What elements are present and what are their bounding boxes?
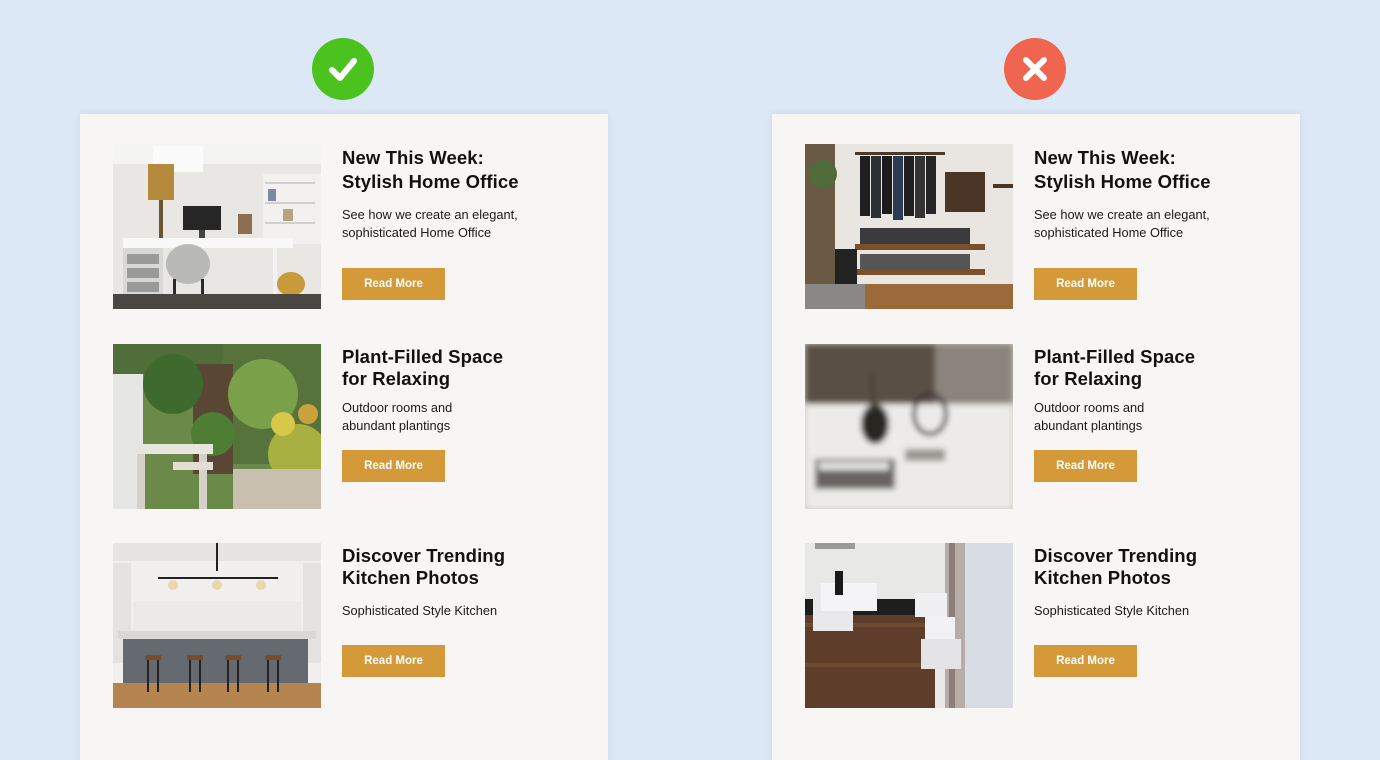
article-description: Sophisticated Style Kitchen (342, 603, 498, 618)
checkmark-icon (312, 38, 374, 100)
article-text: New This Week: Stylish Home Office See h… (1034, 144, 1274, 242)
pixelated-bathroom-photo[interactable] (805, 543, 1013, 708)
article-row: Plant-Filled Space for Relaxing Outdoor … (113, 344, 583, 509)
good-example-email: New This Week: Stylish Home Office See h… (80, 114, 608, 760)
garden-patio-photo[interactable] (113, 344, 321, 509)
article-description: Outdoor rooms and abundant plantings (342, 400, 453, 433)
article-text: Discover Trending Kitchen Photos Sophist… (342, 543, 582, 620)
article-title: Plant-Filled Space for Relaxing (1034, 346, 1196, 389)
article-description: Sophisticated Style Kitchen (1034, 603, 1190, 618)
article-row: Plant-Filled Space for Relaxing Outdoor … (805, 344, 1275, 509)
article-row: New This Week: Stylish Home Office See h… (805, 144, 1275, 309)
article-text: Discover Trending Kitchen Photos Sophist… (1034, 543, 1274, 620)
home-office-photo[interactable] (113, 144, 321, 309)
read-more-button[interactable]: Read More (342, 645, 445, 677)
article-description: Outdoor rooms and abundant plantings (1034, 400, 1145, 433)
article-title: New This Week: Stylish Home Office (342, 147, 519, 192)
x-mark-icon (1004, 38, 1066, 100)
read-more-button[interactable]: Read More (1034, 645, 1137, 677)
blurry-vase-photo[interactable] (805, 344, 1013, 509)
read-more-button[interactable]: Read More (342, 450, 445, 482)
article-row: Discover Trending Kitchen Photos Sophist… (113, 543, 583, 708)
bad-example-email: New This Week: Stylish Home Office See h… (772, 114, 1300, 760)
article-title: Discover Trending Kitchen Photos (342, 545, 506, 588)
article-title: New This Week: Stylish Home Office (1034, 147, 1211, 192)
article-description: See how we create an elegant, sophistica… (1034, 207, 1210, 240)
article-description: See how we create an elegant, sophistica… (342, 207, 518, 240)
article-row: Discover Trending Kitchen Photos Sophist… (805, 543, 1275, 708)
closet-shelving-photo[interactable] (805, 144, 1013, 309)
read-more-button[interactable]: Read More (342, 268, 445, 300)
article-title: Discover Trending Kitchen Photos (1034, 545, 1198, 588)
article-row: New This Week: Stylish Home Office See h… (113, 144, 583, 309)
article-title: Plant-Filled Space for Relaxing (342, 346, 504, 389)
read-more-button[interactable]: Read More (1034, 450, 1137, 482)
article-text: Plant-Filled Space for Relaxing Outdoor … (1034, 344, 1274, 435)
article-text: New This Week: Stylish Home Office See h… (342, 144, 582, 242)
article-text: Plant-Filled Space for Relaxing Outdoor … (342, 344, 582, 435)
read-more-button[interactable]: Read More (1034, 268, 1137, 300)
kitchen-island-photo[interactable] (113, 543, 321, 708)
